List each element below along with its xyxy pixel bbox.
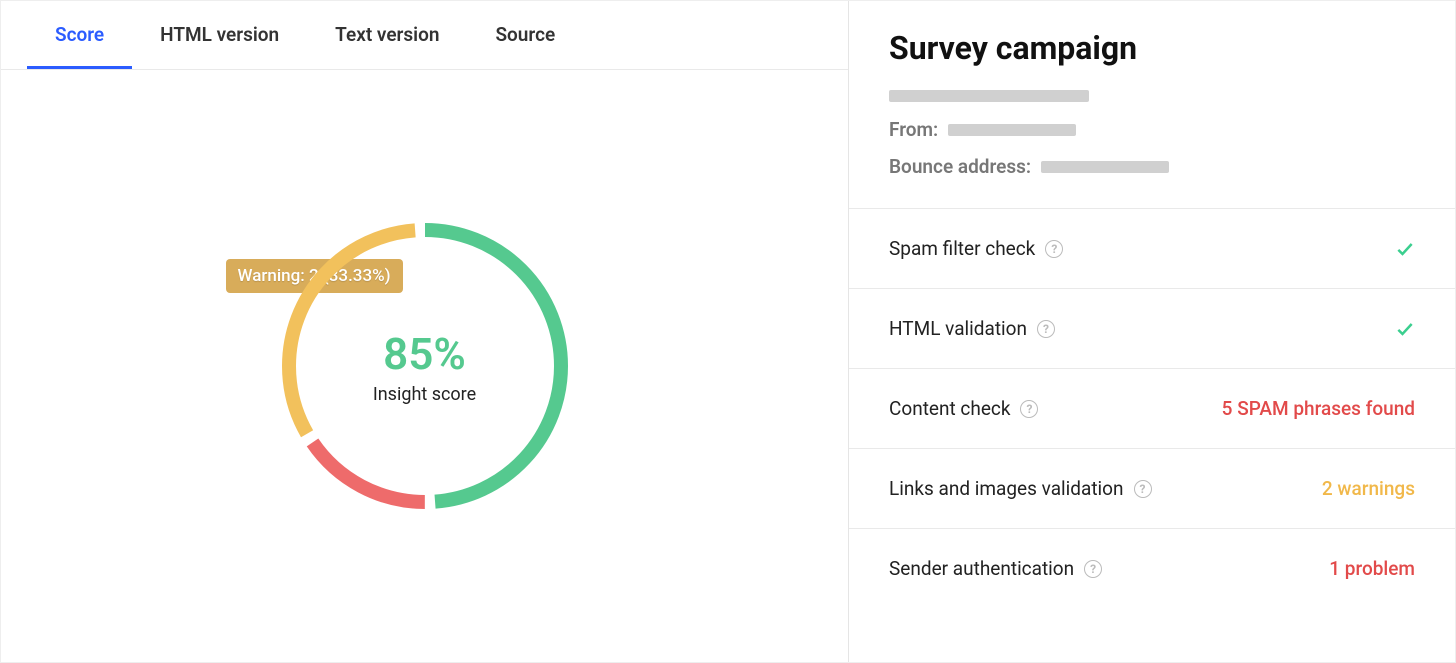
help-icon[interactable]: ? <box>1020 400 1038 418</box>
score-label: Insight score <box>373 384 476 405</box>
checkmark-icon <box>1395 239 1415 259</box>
check-row-left: Content check? <box>889 397 1038 420</box>
check-label: Spam filter check <box>889 237 1035 260</box>
tab-label: Source <box>495 23 555 46</box>
from-label: From: <box>889 118 938 141</box>
campaign-title: Survey campaign <box>889 29 1415 67</box>
campaign-header: Survey campaign From: Bounce address: <box>849 1 1455 208</box>
score-percent: 85% <box>383 328 466 380</box>
redacted-from <box>948 124 1076 136</box>
check-row-html-validation[interactable]: HTML validation? <box>849 289 1455 369</box>
check-row-links-images[interactable]: Links and images validation? 2 warnings <box>849 449 1455 529</box>
checkmark-icon <box>1395 319 1415 339</box>
help-icon[interactable]: ? <box>1134 480 1152 498</box>
from-row: From: <box>889 118 1415 141</box>
tab-label: HTML version <box>160 23 279 46</box>
check-status-text: 2 warnings <box>1322 477 1415 500</box>
page-root: Score HTML version Text version Source Warn… <box>0 0 1456 663</box>
left-panel: Score HTML version Text version Source Warn… <box>1 1 849 662</box>
check-list: Spam filter check?HTML validation?Conten… <box>849 208 1455 608</box>
help-icon[interactable]: ? <box>1037 320 1055 338</box>
donut-wrap: Warning: 2 (33.33%) 85% Insight score <box>280 221 570 511</box>
check-row-left: Links and images validation? <box>889 477 1152 500</box>
check-row-left: Sender authentication? <box>889 557 1102 580</box>
tab-html-version[interactable]: HTML version <box>132 1 307 69</box>
tab-score[interactable]: Score <box>27 1 132 69</box>
right-panel: Survey campaign From: Bounce address: Sp… <box>849 1 1455 662</box>
tab-label: Text version <box>335 23 439 46</box>
tab-bar: Score HTML version Text version Source <box>1 1 848 70</box>
bounce-label: Bounce address: <box>889 155 1031 178</box>
check-row-content-check[interactable]: Content check? 5 SPAM phrases found <box>849 369 1455 449</box>
help-icon[interactable]: ? <box>1084 560 1102 578</box>
redacted-bounce <box>1041 161 1169 173</box>
check-row-left: HTML validation? <box>889 317 1055 340</box>
tab-text-version[interactable]: Text version <box>307 1 467 69</box>
check-label: HTML validation <box>889 317 1027 340</box>
check-row-spam-filter[interactable]: Spam filter check? <box>849 209 1455 289</box>
check-label: Links and images validation <box>889 477 1124 500</box>
check-status-text: 5 SPAM phrases found <box>1222 397 1415 420</box>
donut-center: 85% Insight score <box>280 221 570 511</box>
check-row-left: Spam filter check? <box>889 237 1063 260</box>
tab-label: Score <box>55 23 104 46</box>
check-row-sender-auth[interactable]: Sender authentication? 1 problem <box>849 529 1455 608</box>
check-label: Sender authentication <box>889 557 1074 580</box>
bounce-row: Bounce address: <box>889 155 1415 178</box>
redacted-subject <box>889 90 1089 102</box>
help-icon[interactable]: ? <box>1045 240 1063 258</box>
tab-source[interactable]: Source <box>467 1 583 69</box>
check-status-text: 1 problem <box>1329 557 1415 580</box>
check-label: Content check <box>889 397 1010 420</box>
score-chart-area: Warning: 2 (33.33%) 85% Insight score <box>1 70 848 662</box>
